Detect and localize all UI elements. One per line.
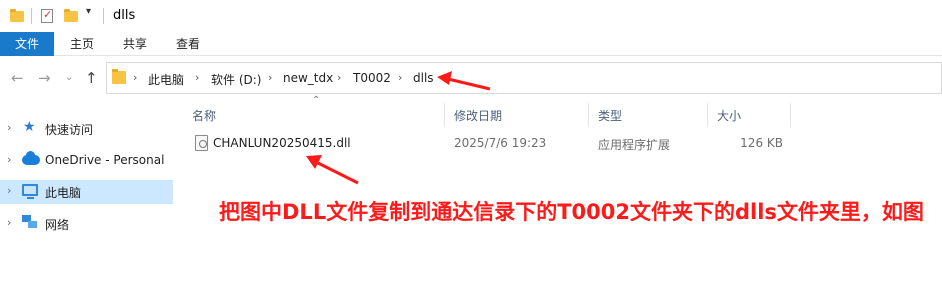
tab-file[interactable]: 文件 (0, 32, 54, 56)
breadcrumb-drive-d[interactable]: 软件 (D:) (211, 71, 261, 88)
sidebar-item-network[interactable]: › 网络 (0, 212, 173, 236)
address-bar[interactable]: › 此电脑 › 软件 (D:) › new_tdx › T0002 › dlls (106, 62, 942, 94)
sidebar-item-label: 网络 (45, 218, 70, 232)
chevron-right-icon[interactable]: › (7, 184, 11, 197)
ribbon-tabs: 文件 主页 共享 查看 (0, 32, 942, 56)
file-name: CHANLUN20250415.dll (213, 136, 351, 150)
file-type: 应用程序扩展 (598, 138, 671, 152)
column-divider[interactable] (707, 103, 708, 127)
tab-view[interactable]: 查看 (170, 32, 206, 56)
toolbar-divider (103, 8, 104, 24)
toolbar-divider (31, 8, 32, 24)
file-date: 2025/7/6 19:23 (454, 136, 547, 150)
arrow-up-icon[interactable]: ↑ (85, 69, 98, 87)
file-size: 126 KB (740, 136, 783, 150)
breadcrumb-this-pc[interactable]: 此电脑 (148, 71, 184, 88)
chevron-right-icon[interactable]: › (7, 153, 11, 166)
dll-file-icon (195, 135, 208, 151)
sidebar-item-label: 快速访问 (45, 123, 94, 137)
network-icon (22, 215, 38, 229)
computer-icon (22, 184, 38, 199)
chevron-right-icon[interactable]: › (268, 71, 272, 84)
navigation-pane: › ★ 快速访问 › OneDrive - Personal › 此电脑 › 网… (0, 99, 173, 301)
column-divider[interactable] (790, 103, 791, 127)
arrow-right-icon[interactable]: → (38, 69, 51, 87)
sidebar-item-label: OneDrive - Personal (45, 153, 165, 167)
chevron-right-icon[interactable]: › (7, 216, 11, 229)
sidebar-item-onedrive[interactable]: › OneDrive - Personal (0, 149, 173, 173)
window-title: dlls (113, 8, 136, 23)
chevron-right-icon[interactable]: › (398, 71, 402, 84)
sidebar-item-label: 此电脑 (45, 186, 82, 200)
breadcrumb-new-tdx[interactable]: new_tdx (283, 71, 333, 85)
breadcrumb-dlls[interactable]: dlls (413, 71, 434, 85)
cloud-icon (22, 151, 40, 165)
chevron-right-icon[interactable]: › (195, 71, 199, 84)
file-row[interactable]: CHANLUN20250415.dll 2025/7/6 19:23 应用程序扩… (173, 133, 942, 155)
sidebar-item-quick-access[interactable]: › ★ 快速访问 (0, 117, 173, 141)
customize-quick-access-icon[interactable]: ▾ (86, 6, 91, 17)
column-header-name[interactable]: 名称 (192, 107, 216, 124)
column-header-size[interactable]: 大小 (717, 107, 741, 124)
column-header-type[interactable]: 类型 (598, 107, 622, 124)
breadcrumb-t0002[interactable]: T0002 (353, 71, 391, 85)
chevron-right-icon[interactable]: › (133, 71, 137, 84)
chevron-down-icon[interactable]: ⌄ (65, 72, 73, 83)
tab-home[interactable]: 主页 (64, 32, 100, 56)
arrow-left-icon[interactable]: ← (11, 69, 24, 87)
tab-share[interactable]: 共享 (117, 32, 153, 56)
column-divider[interactable] (444, 103, 445, 127)
title-bar: ▾ dlls (0, 0, 942, 32)
annotation-text: 把图中DLL文件复制到通达信录下的T0002文件夹下的dlls文件夹里，如图 (219, 200, 924, 224)
chevron-right-icon[interactable]: › (337, 71, 341, 84)
star-icon: ★ (23, 119, 36, 135)
column-header-date[interactable]: 修改日期 (454, 107, 502, 124)
sidebar-item-this-pc[interactable]: › 此电脑 (0, 180, 173, 204)
column-divider[interactable] (588, 103, 589, 127)
sort-ascending-icon: ⌃ (312, 95, 321, 106)
folder-icon (112, 69, 126, 84)
chevron-right-icon[interactable]: › (7, 121, 11, 134)
